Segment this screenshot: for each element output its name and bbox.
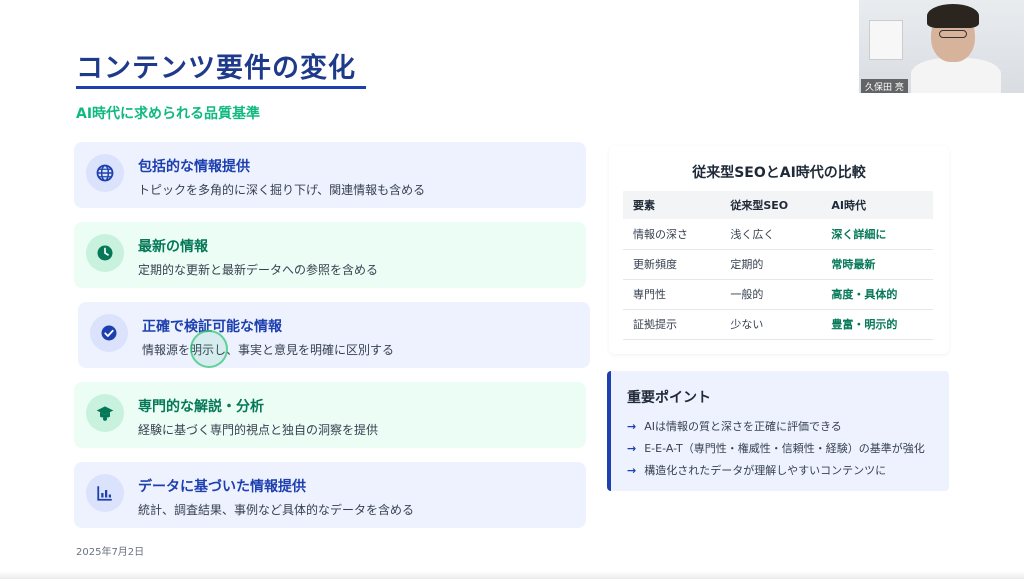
key-points-title: 重要ポイント: [627, 390, 711, 406]
card-title: データに基づいた情報提供: [138, 479, 306, 495]
presenter-hair: [927, 4, 979, 28]
presenter-glasses: [939, 30, 967, 38]
table-cell: 深く詳細に: [821, 219, 933, 250]
arrow-right-icon: →: [627, 463, 637, 477]
table-cell: 専門性: [623, 279, 721, 310]
table-cell: 少ない: [720, 309, 822, 340]
card-title: 専門的な解説・分析: [138, 399, 264, 415]
table-header: 従来型SEO: [720, 191, 822, 219]
comparison-panel: 従来型SEOとAI時代の比較 要素 従来型SEO AI時代 情報の深さ 浅く広く…: [609, 146, 949, 354]
list-item-text: 構造化されたデータが理解しやすいコンテンツに: [644, 464, 887, 477]
card-description: 経験に基づく専門的視点と独自の洞察を提供: [138, 423, 379, 437]
cursor-highlight: [190, 330, 228, 368]
bar-chart-icon: [86, 474, 124, 512]
card-title: 包括的な情報提供: [138, 159, 250, 175]
key-points-list: → AIは情報の質と深さを正確に評価できる → E-E-A-T（専門性・権威性・信頼…: [627, 415, 925, 481]
presenter-body: [911, 58, 1001, 93]
table-cell: 浅く広く: [720, 219, 822, 250]
background-poster: [869, 20, 903, 60]
table-cell: 情報の深さ: [623, 219, 721, 250]
table-cell: 更新頻度: [623, 249, 721, 280]
key-points-panel: 重要ポイント → AIは情報の質と深さを正確に評価できる → E-E-A-T（専門性…: [607, 371, 949, 491]
table-row: 更新頻度 定期的 常時最新: [623, 249, 933, 280]
comparison-table: 要素 従来型SEO AI時代 情報の深さ 浅く広く 深く詳細に 更新頻度 定期的…: [623, 191, 933, 340]
presenter-video-tile[interactable]: 久保田 亮: [859, 0, 1024, 93]
slide: コンテンツ要件の変化 AI時代に求められる品質基準 包括的な情報提供 トピックを…: [0, 0, 1024, 579]
table-header: AI時代: [821, 191, 933, 219]
table-row: 専門性 一般的 高度・具体的: [623, 279, 933, 310]
list-item-text: E-E-A-T（専門性・権威性・信頼性・経験）の基準が強化: [644, 442, 925, 455]
graduation-cap-icon: [86, 394, 124, 432]
list-item-text: AIは情報の質と深さを正確に評価できる: [644, 420, 842, 433]
card-description: 統計、調査結果、事例など具体的なデータを含める: [138, 503, 415, 517]
title-underline: [76, 86, 366, 89]
table-cell: 定期的: [720, 249, 822, 280]
table-cell: 証拠提示: [623, 309, 721, 340]
arrow-right-icon: →: [627, 419, 637, 433]
table-header-row: 要素 従来型SEO AI時代: [623, 191, 933, 219]
card-description: 情報源を明示し、事実と意見を明確に区別する: [142, 343, 395, 357]
comparison-title: 従来型SEOとAI時代の比較: [692, 165, 866, 181]
card-title: 正確で検証可能な情報: [142, 319, 282, 335]
list-item: → 構造化されたデータが理解しやすいコンテンツに: [627, 459, 925, 481]
table-cell: 豊富・明示的: [821, 309, 933, 340]
arrow-right-icon: →: [627, 441, 637, 455]
card-data-driven: データに基づいた情報提供 統計、調査結果、事例など具体的なデータを含める: [74, 462, 586, 528]
table-header: 要素: [623, 191, 721, 219]
bottom-edge-shadow: [0, 571, 1024, 579]
card-comprehensive-info: 包括的な情報提供 トピックを多角的に深く掘り下げ、関連情報も含める: [74, 142, 586, 208]
slide-date: 2025年7月2日: [76, 547, 145, 558]
table-row: 情報の深さ 浅く広く 深く詳細に: [623, 219, 933, 250]
card-description: 定期的な更新と最新データへの参照を含める: [138, 263, 379, 277]
card-latest-info: 最新の情報 定期的な更新と最新データへの参照を含める: [74, 222, 586, 288]
card-title: 最新の情報: [138, 239, 208, 255]
table-cell: 常時最新: [821, 249, 933, 280]
card-expert-analysis: 専門的な解説・分析 経験に基づく専門的視点と独自の洞察を提供: [74, 382, 586, 448]
slide-title: コンテンツ要件の変化: [76, 53, 356, 84]
check-circle-icon: [90, 314, 128, 352]
card-accurate-info: 正確で検証可能な情報 情報源を明示し、事実と意見を明確に区別する: [78, 302, 590, 368]
table-cell: 一般的: [720, 279, 822, 310]
card-description: トピックを多角的に深く掘り下げ、関連情報も含める: [138, 183, 426, 197]
list-item: → AIは情報の質と深さを正確に評価できる: [627, 415, 925, 437]
table-cell: 高度・具体的: [821, 279, 933, 310]
table-row: 証拠提示 少ない 豊富・明示的: [623, 309, 933, 340]
clock-icon: [86, 234, 124, 272]
list-item: → E-E-A-T（専門性・権威性・信頼性・経験）の基準が強化: [627, 437, 925, 459]
globe-icon: [86, 154, 124, 192]
presenter-name-tag: 久保田 亮: [861, 79, 908, 93]
slide-subtitle: AI時代に求められる品質基準: [76, 106, 261, 122]
